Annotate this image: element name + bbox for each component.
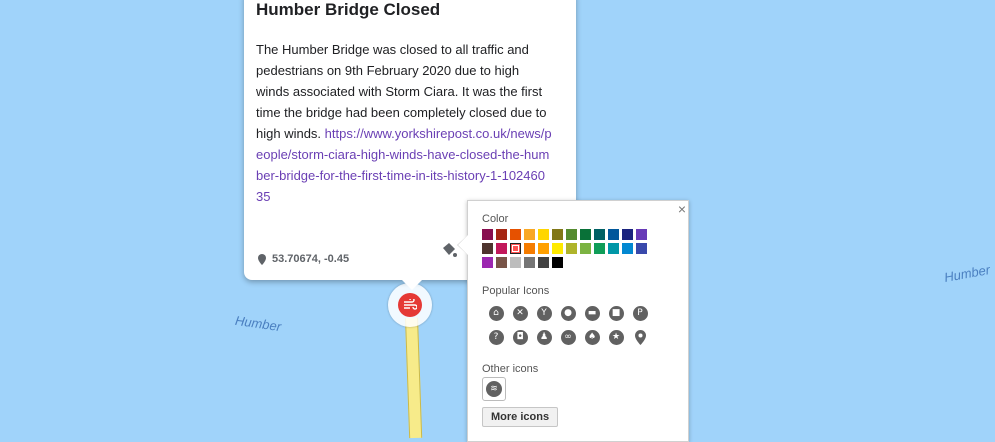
color-swatch[interactable]	[622, 243, 633, 254]
cycling-icon[interactable]: ∞	[556, 325, 580, 349]
parking-icon[interactable]: P	[628, 301, 652, 325]
color-swatch[interactable]	[552, 243, 563, 254]
coordinates-text: 53.70674, -0.45	[272, 253, 350, 265]
color-swatch[interactable]	[510, 243, 521, 254]
color-swatch[interactable]	[510, 257, 521, 268]
more-icons-button[interactable]: More icons	[482, 407, 559, 427]
help-icon[interactable]: ?	[484, 325, 508, 349]
wind-icon[interactable]: ≋	[482, 377, 506, 401]
color-swatch[interactable]	[496, 243, 507, 254]
popular-icons-title: Popular Icons	[482, 285, 550, 297]
restaurant-icon[interactable]: ✕	[508, 301, 532, 325]
color-swatch[interactable]	[636, 243, 647, 254]
color-swatch[interactable]	[510, 229, 521, 240]
color-swatch[interactable]	[594, 243, 605, 254]
color-swatch[interactable]	[580, 243, 591, 254]
color-swatch[interactable]	[566, 229, 577, 240]
color-swatch[interactable]	[482, 243, 493, 254]
color-swatch[interactable]	[496, 229, 507, 240]
color-swatch[interactable]	[482, 229, 493, 240]
chat-icon[interactable]: ●	[556, 301, 580, 325]
color-swatch[interactable]	[580, 229, 591, 240]
color-swatches	[482, 229, 662, 271]
place-icon[interactable]	[628, 325, 652, 349]
water-label-humber: Humber	[234, 312, 283, 335]
other-icons-title: Other icons	[482, 363, 539, 375]
location-pin-icon	[258, 253, 266, 265]
wind-icon	[398, 293, 422, 317]
color-swatch[interactable]	[482, 257, 493, 268]
color-swatch[interactable]	[524, 229, 535, 240]
color-title: Color	[482, 213, 509, 225]
hotel-icon[interactable]: ▬	[580, 301, 604, 325]
hiking-icon[interactable]: ♟	[532, 325, 556, 349]
color-swatch[interactable]	[608, 229, 619, 240]
camera-icon[interactable]: ◘	[508, 325, 532, 349]
paint-bucket-icon[interactable]	[440, 241, 458, 259]
home-icon[interactable]: ⌂	[484, 301, 508, 325]
bar-icon[interactable]: Y	[532, 301, 556, 325]
star-icon[interactable]: ★	[604, 325, 628, 349]
color-swatch[interactable]	[524, 243, 535, 254]
close-icon[interactable]: ×	[678, 201, 686, 217]
bridge-road	[405, 317, 423, 439]
color-swatch[interactable]	[594, 229, 605, 240]
color-swatch[interactable]	[608, 243, 619, 254]
coordinates: 53.70674, -0.45	[258, 253, 349, 265]
color-swatch[interactable]	[636, 229, 647, 240]
color-swatch[interactable]	[552, 257, 563, 268]
color-swatch[interactable]	[496, 257, 507, 268]
popular-icons-grid: ⌂ ✕ Y ● ▬ ■ P ? ◘ ♟ ∞ ♠ ★	[484, 301, 654, 349]
color-swatch[interactable]	[524, 257, 535, 268]
shopping-icon[interactable]: ■	[604, 301, 628, 325]
style-panel: × Color Popular Icons ⌂ ✕ Y ● ▬ ■ P ? ◘ …	[457, 200, 689, 442]
color-swatch[interactable]	[538, 257, 549, 268]
color-swatch[interactable]	[566, 243, 577, 254]
card-title: Humber Bridge Closed	[256, 0, 441, 19]
color-swatch[interactable]	[552, 229, 563, 240]
water-label-humber: Humber	[943, 262, 992, 285]
color-swatch[interactable]	[622, 229, 633, 240]
color-swatch[interactable]	[538, 229, 549, 240]
color-swatch[interactable]	[538, 243, 549, 254]
card-description: The Humber Bridge was closed to all traf…	[256, 39, 552, 207]
running-icon[interactable]: ♠	[580, 325, 604, 349]
